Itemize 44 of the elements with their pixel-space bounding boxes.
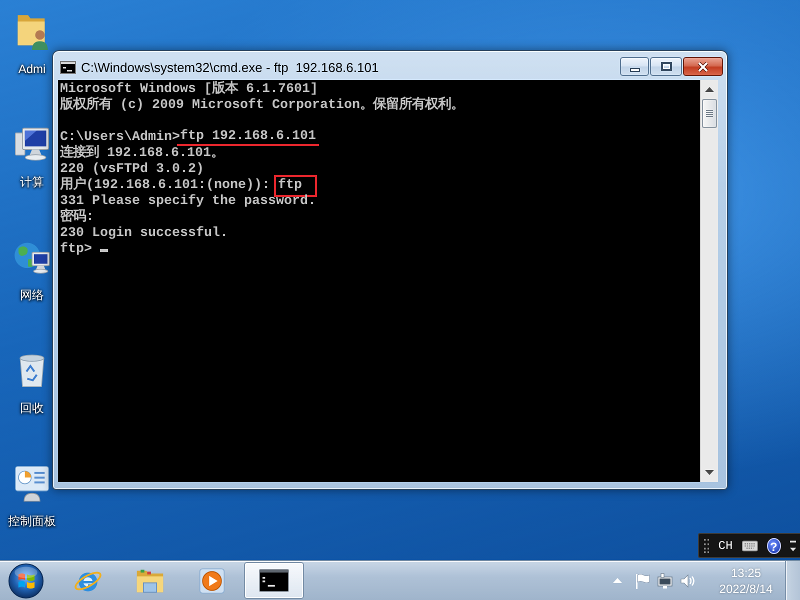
start-button[interactable] (8, 562, 44, 598)
desktop-icon-label[interactable]: 回收 (20, 401, 44, 416)
console-line: 230 Login successful. (60, 226, 229, 242)
window-title: C:\Windows\system32\cmd.exe - ftp 192.168.6.101 (81, 60, 379, 75)
console-icon (60, 61, 76, 74)
vertical-scrollbar[interactable] (700, 80, 718, 482)
maximize-icon (660, 62, 672, 71)
caret-down-icon[interactable] (705, 470, 714, 475)
help-button[interactable]: ? (766, 538, 781, 554)
desktop-icon-label[interactable]: Admi (18, 62, 46, 77)
input-language-indicator[interactable]: CH (718, 538, 733, 552)
flag-icon[interactable] (634, 572, 650, 588)
console-line: 220 (vsFTPd 3.0.2) (60, 162, 205, 177)
desktop-icon-label[interactable]: 计算 (20, 175, 44, 190)
scroll-thumb[interactable] (702, 99, 717, 128)
play-icon (197, 566, 227, 596)
console-prompt: 用户(192.168.6.101:(none)): (60, 178, 271, 193)
typed-text: ftp (278, 178, 302, 193)
taskbar-button[interactable] (244, 562, 304, 599)
close-icon (697, 62, 709, 72)
minimize-icon[interactable] (790, 538, 796, 552)
grip-icon (706, 110, 713, 117)
speaker-icon[interactable] (680, 572, 696, 588)
desktop-icon-label[interactable]: 网络 (20, 288, 44, 303)
monitor-icon[interactable] (657, 572, 673, 588)
console-icon (259, 569, 289, 592)
minimize-icon (630, 68, 640, 72)
caret-up-icon[interactable] (705, 87, 714, 92)
console-line: 版权所有 (c) 2009 Microsoft Corporation。保留所有权利。 (60, 98, 465, 114)
show-desktop-button[interactable] (785, 561, 800, 600)
console-prompt: ftp> (60, 242, 93, 257)
keyboard-icon[interactable] (742, 540, 758, 552)
close-button[interactable] (683, 57, 723, 76)
desktop-icon-label[interactable]: 控制面板 (8, 514, 56, 529)
console-prompt: C:\Users\Admin> (60, 130, 180, 145)
minimize-button[interactable] (620, 57, 649, 76)
typed-text: ftp 192.168.6.101 (180, 129, 316, 144)
console-line: 331 Please specify the password. (60, 194, 317, 209)
console-line: 密码: (60, 210, 95, 226)
maximize-button[interactable] (650, 57, 682, 76)
grip-icon[interactable] (704, 538, 710, 554)
console-line: Microsoft Windows [版本 6.1.7601] (60, 82, 319, 97)
start-orb-icon (8, 562, 44, 598)
console-line: 连接到 192.168.6.101。 (60, 146, 225, 162)
